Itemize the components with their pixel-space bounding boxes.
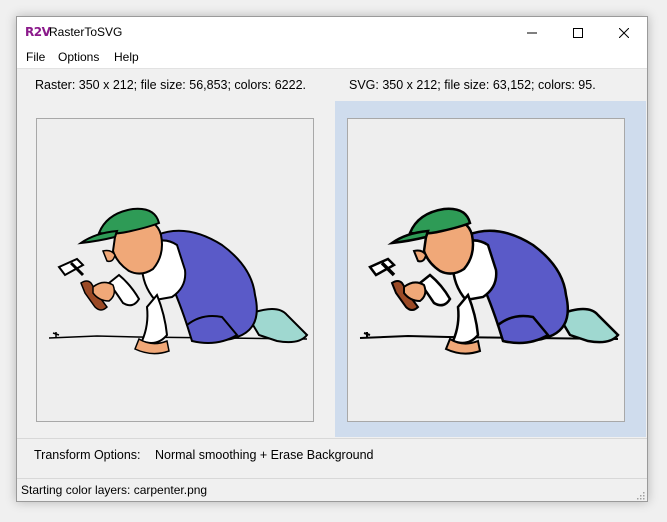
window-title: RasterToSVG [49, 25, 123, 39]
menu-options[interactable]: Options [55, 50, 102, 64]
minimize-button[interactable] [509, 17, 555, 48]
carpenter-raster-image [48, 207, 309, 355]
app-window: R2V RasterToSVG File Options Help Raster… [16, 16, 648, 502]
panel-divider[interactable] [328, 101, 335, 437]
menu-bar: File Options Help [17, 48, 647, 68]
maximize-button[interactable] [555, 17, 601, 48]
raster-panel[interactable] [17, 101, 328, 437]
carpenter-svg-image [359, 207, 620, 355]
minimize-icon [527, 32, 537, 33]
transform-options-bar: Transform Options: Normal smoothing + Er… [17, 438, 647, 473]
transform-options-label: Transform Options: [34, 448, 141, 462]
app-logo-icon: R2V [25, 25, 51, 39]
raster-image-frame [36, 118, 314, 422]
maximize-icon [573, 27, 583, 38]
close-button[interactable] [601, 17, 647, 48]
title-bar[interactable]: R2V RasterToSVG [17, 17, 647, 48]
menu-help[interactable]: Help [111, 50, 142, 64]
status-text: Starting color layers: carpenter.png [21, 483, 208, 497]
raster-info: Raster: 350 x 212; file size: 56,853; co… [35, 78, 306, 92]
transform-options-value: Normal smoothing + Erase Background [155, 448, 374, 462]
status-bar: Starting color layers: carpenter.png [17, 478, 647, 501]
info-bar: Raster: 350 x 212; file size: 56,853; co… [17, 68, 647, 101]
menu-file[interactable]: File [23, 50, 48, 64]
svg-panel[interactable] [335, 101, 646, 437]
svg-info: SVG: 350 x 212; file size: 63,152; color… [349, 78, 596, 92]
close-icon [619, 27, 629, 38]
resize-grip-icon[interactable] [635, 490, 645, 500]
svg-image-frame [347, 118, 625, 422]
